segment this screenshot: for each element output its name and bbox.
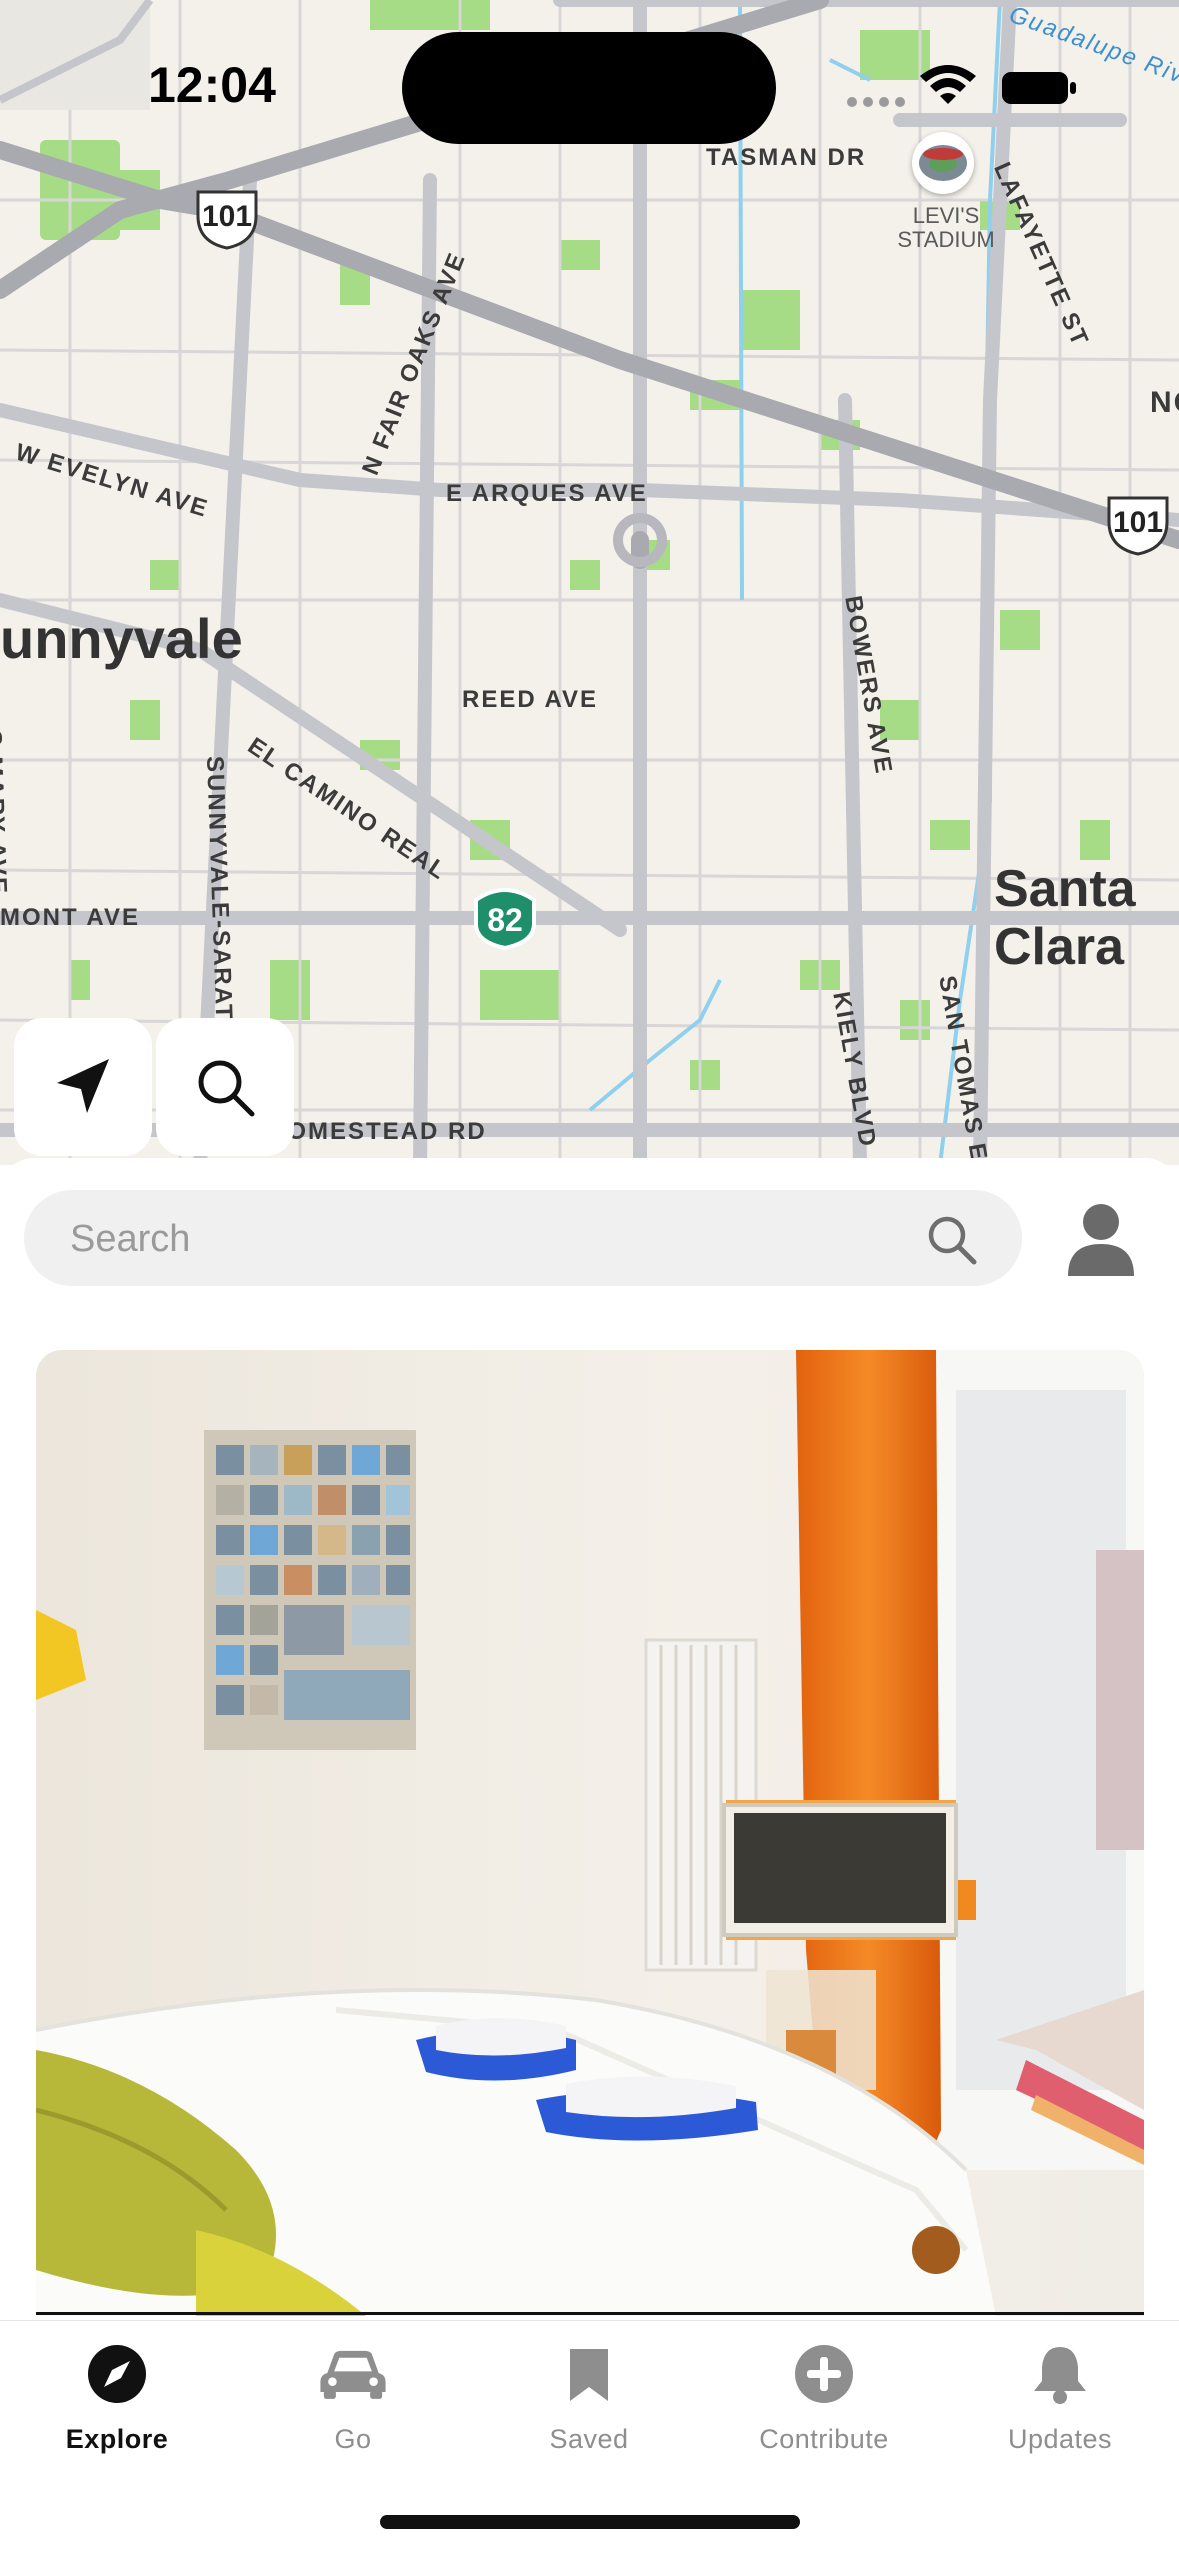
shield-number: 82 xyxy=(487,902,523,938)
status-time: 12:04 xyxy=(148,57,276,113)
shield-number: 101 xyxy=(1112,506,1164,539)
tab-label: Updates xyxy=(1007,2424,1113,2454)
search-bar[interactable] xyxy=(24,1190,1022,1288)
home-indicator[interactable] xyxy=(380,2515,800,2529)
tab-label: Go xyxy=(334,2424,372,2454)
bookmark-icon xyxy=(553,2338,625,2410)
profile-avatar-icon[interactable] xyxy=(1066,1202,1136,1276)
street-label: HOMESTEAD RD xyxy=(268,1118,487,1145)
stadium-icon[interactable] xyxy=(912,132,974,194)
tab-label: Saved xyxy=(549,2424,629,2454)
tab-go[interactable]: Go xyxy=(253,2338,453,2468)
edge-label: NO xyxy=(1150,386,1179,419)
status-icons xyxy=(842,60,1082,110)
wifi-icon xyxy=(920,65,976,104)
card-divider xyxy=(36,2312,1144,2315)
compass-icon xyxy=(81,2338,153,2410)
map-search-button[interactable] xyxy=(156,1018,294,1156)
highway-shield-101-icon: 101 xyxy=(192,186,262,252)
dynamic-island xyxy=(402,32,776,144)
highway-shield-82-icon: 82 xyxy=(470,884,540,951)
dots-icon xyxy=(847,97,905,107)
city-label-sunnyvale: unnyvale xyxy=(0,607,243,670)
street-label: TASMAN DR xyxy=(706,144,867,171)
tab-label: Contribute xyxy=(759,2424,889,2454)
street-label: MONT AVE xyxy=(0,904,140,931)
tab-saved[interactable]: Saved xyxy=(489,2338,689,2468)
street-label: E ARQUES AVE xyxy=(446,480,648,507)
location-arrow-icon xyxy=(57,1059,109,1113)
street-label: REED AVE xyxy=(462,686,599,713)
search-icon[interactable] xyxy=(924,1212,978,1266)
highway-shield-101-icon: 101 xyxy=(1103,492,1173,558)
plus-circle-icon xyxy=(788,2338,860,2410)
tab-updates[interactable]: Updates xyxy=(960,2338,1160,2468)
shield-number: 101 xyxy=(201,200,253,233)
bedroom-photo xyxy=(36,1350,1144,2316)
place-photo-card[interactable] xyxy=(36,1350,1144,2316)
tab-explore[interactable]: Explore xyxy=(17,2338,217,2468)
map-view[interactable]: TASMAN DR LAFAYETTE ST N FAIR OAKS AVE W… xyxy=(0,0,1179,1165)
city-label-santa-clara: Santa Clara xyxy=(994,860,1136,976)
search-input[interactable] xyxy=(68,1190,872,1288)
stadium-label: LEVI'S STADIUM xyxy=(897,203,995,252)
bell-icon xyxy=(1024,2338,1096,2410)
search-icon xyxy=(198,1060,255,1117)
tab-label: Explore xyxy=(65,2424,169,2454)
car-icon xyxy=(317,2338,389,2410)
battery-icon xyxy=(1002,72,1076,104)
tab-contribute[interactable]: Contribute xyxy=(724,2338,924,2468)
current-location-button[interactable] xyxy=(14,1018,152,1156)
